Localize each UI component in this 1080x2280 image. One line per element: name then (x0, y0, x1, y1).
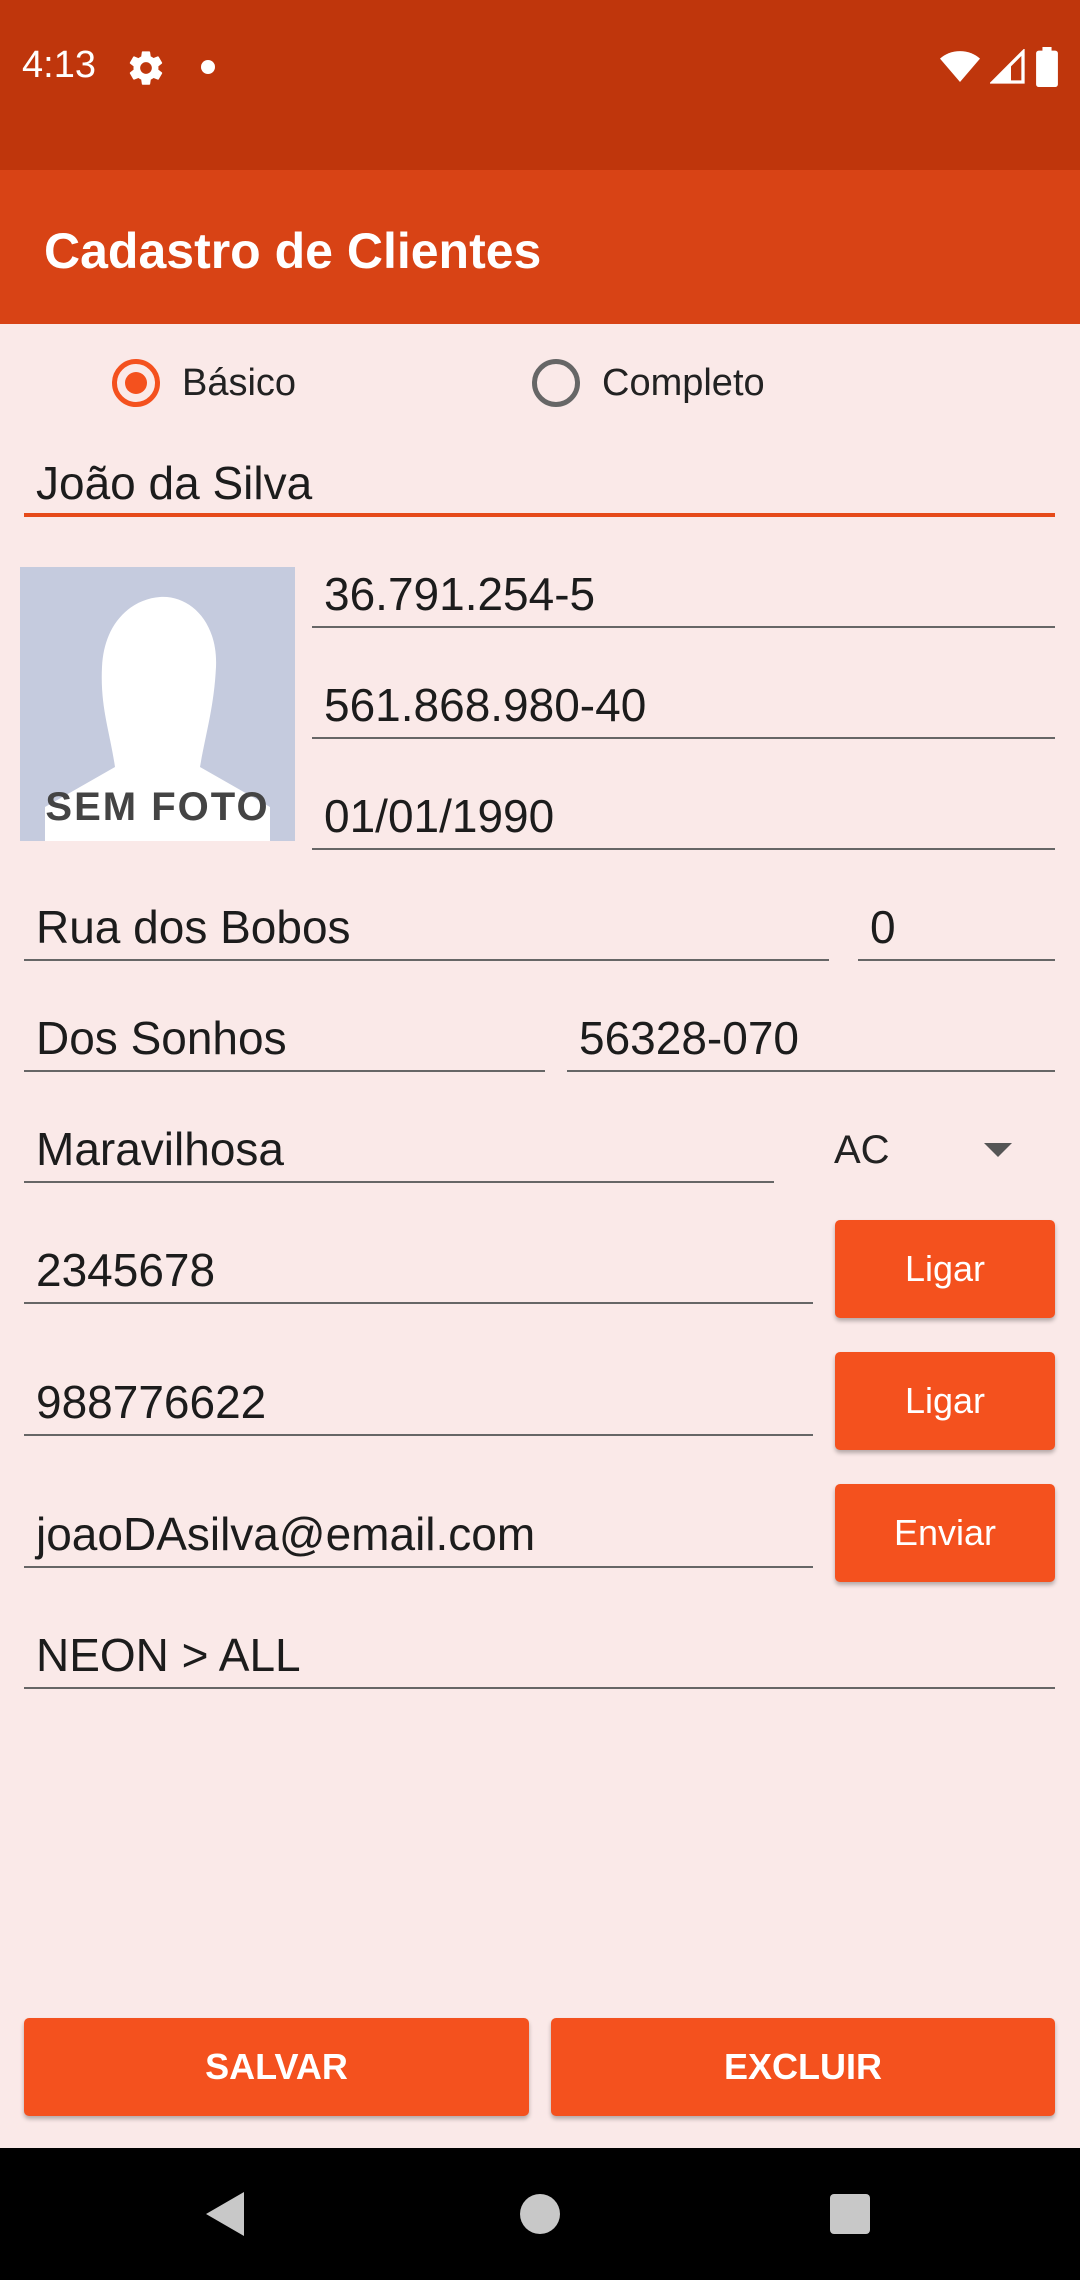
radio-basic-label: Básico (182, 361, 297, 404)
state-select-value: AC (834, 1128, 890, 1172)
photo-placeholder-text: SEM FOTO (45, 785, 270, 829)
phone-field[interactable]: 2345678 (24, 1242, 813, 1304)
street-field[interactable]: Rua dos Bobos (24, 899, 829, 961)
save-button[interactable]: SALVAR (24, 2018, 529, 2116)
notes-field[interactable]: NEON > ALL (24, 1627, 1055, 1689)
number-field[interactable]: 0 (858, 899, 1055, 961)
mobile-field[interactable]: 988776622 (24, 1374, 813, 1436)
send-email-button[interactable]: Enviar (835, 1484, 1055, 1582)
battery-icon (1036, 47, 1058, 87)
status-icons (940, 46, 1058, 88)
birth-date-field[interactable]: 01/01/1990 (312, 788, 1055, 850)
navigation-bar (0, 2148, 1080, 2280)
radio-basic[interactable]: Básico (112, 352, 296, 414)
state-select[interactable]: AC (834, 1118, 1054, 1188)
call-phone-button[interactable]: Ligar (835, 1220, 1055, 1318)
status-time: 4:13 (22, 44, 96, 86)
radio-complete[interactable]: Completo (532, 352, 765, 414)
radio-complete-label: Completo (602, 361, 765, 404)
back-icon[interactable] (206, 2192, 244, 2236)
gear-icon (129, 51, 163, 85)
radio-unchecked-icon (532, 359, 580, 407)
app-bar: Cadastro de Clientes (0, 170, 1080, 324)
rg-field[interactable]: 36.791.254-5 (312, 566, 1055, 628)
city-field[interactable]: Maravilhosa (24, 1121, 774, 1183)
radio-checked-icon (112, 359, 160, 407)
home-icon[interactable] (520, 2194, 560, 2234)
notification-dot-icon (201, 60, 215, 74)
cpf-field[interactable]: 561.868.980-40 (312, 677, 1055, 739)
dropdown-arrow-icon (984, 1143, 1012, 1157)
wifi-icon (940, 51, 980, 82)
signal-icon (990, 49, 1025, 84)
email-field[interactable]: joaoDAsilva@email.com (24, 1506, 813, 1568)
delete-button[interactable]: EXCLUIR (551, 2018, 1055, 2116)
call-mobile-button[interactable]: Ligar (835, 1352, 1055, 1450)
client-photo[interactable]: SEM FOTO (20, 567, 295, 841)
status-bar: 4:13 (0, 0, 1080, 170)
neighborhood-field[interactable]: Dos Sonhos (24, 1010, 545, 1072)
zip-field[interactable]: 56328-070 (567, 1010, 1055, 1072)
recents-icon[interactable] (830, 2194, 870, 2234)
page-title: Cadastro de Clientes (44, 223, 542, 279)
name-field[interactable]: João da Silva (24, 455, 1055, 517)
